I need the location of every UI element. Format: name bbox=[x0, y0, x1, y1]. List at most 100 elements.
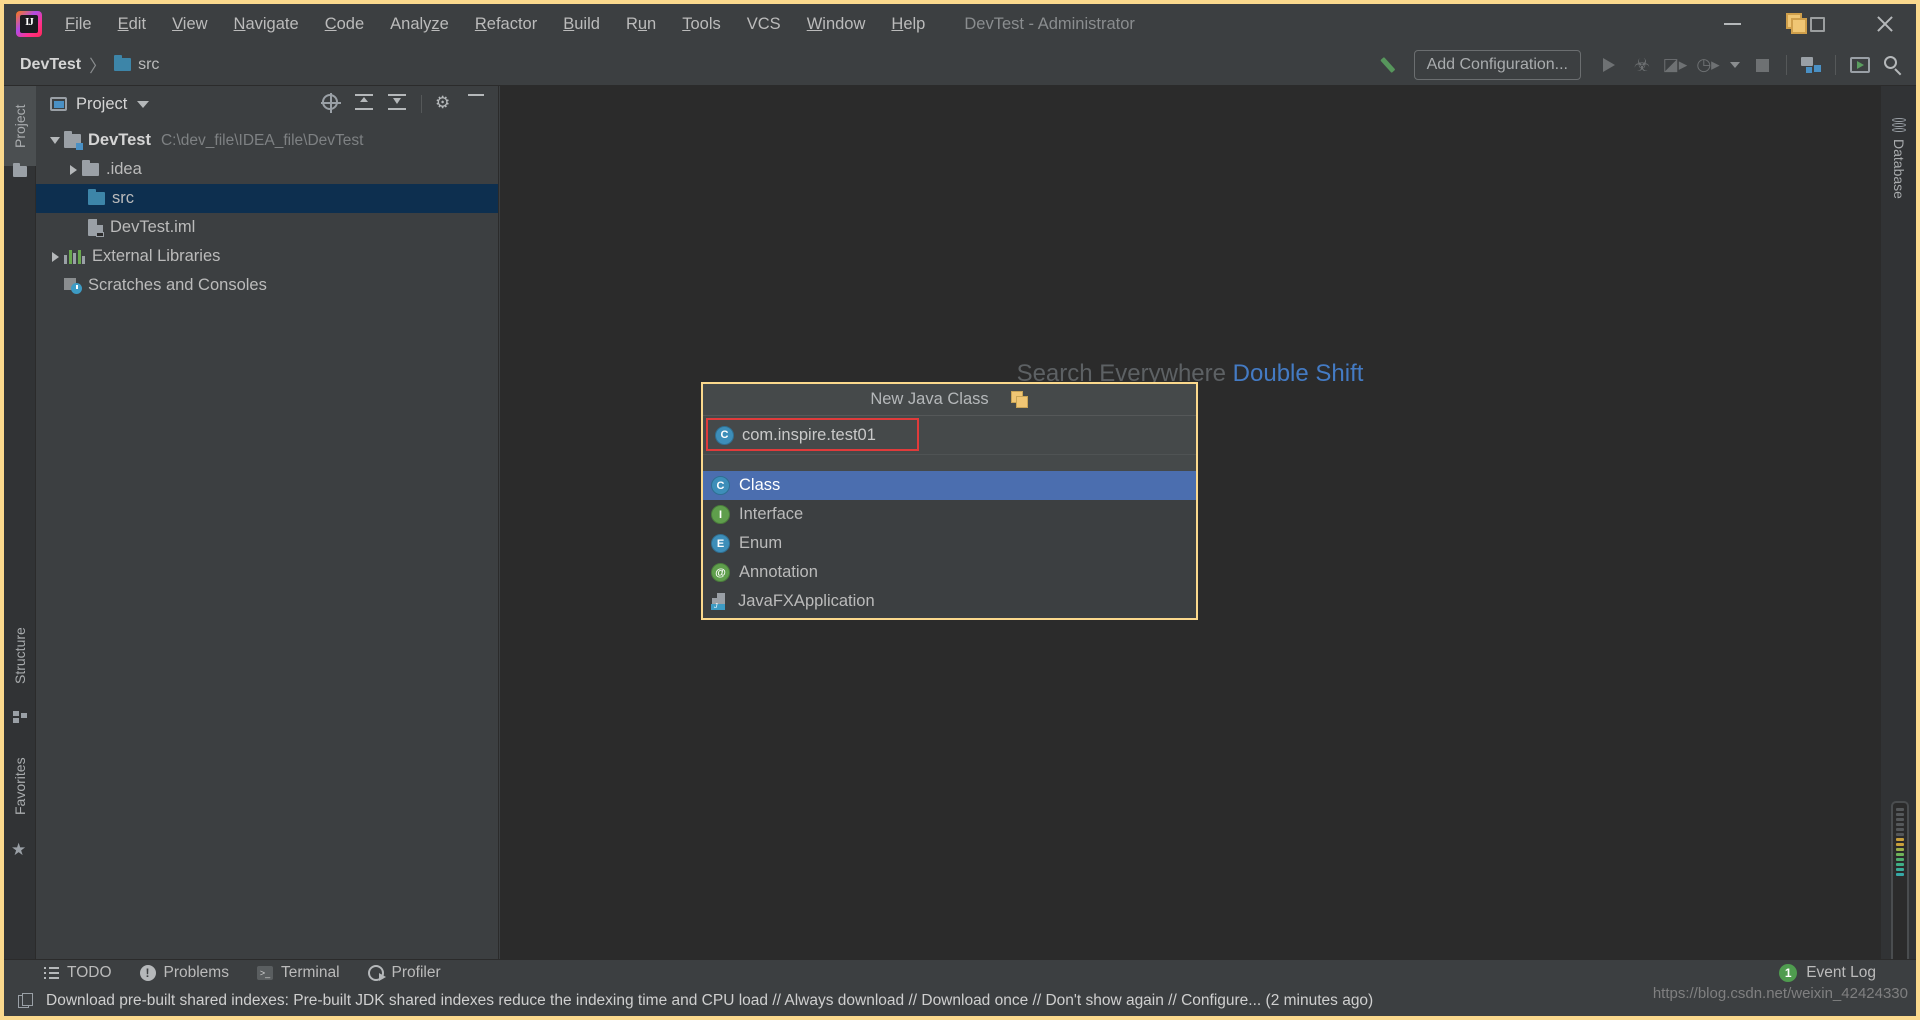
sidebar-item-structure[interactable]: Structure bbox=[4, 606, 36, 706]
tree-row[interactable]: Scratches and Consoles bbox=[36, 271, 498, 300]
sidebar-item-favorites[interactable]: Favorites bbox=[4, 736, 36, 836]
tree-row[interactable]: DevTest.iml bbox=[36, 213, 498, 242]
hide-panel-button[interactable] bbox=[468, 94, 488, 114]
menu-item-refactor[interactable]: Refactor bbox=[462, 10, 550, 39]
search-everywhere-button[interactable] bbox=[1878, 50, 1908, 80]
minimize-button[interactable] bbox=[1706, 4, 1758, 44]
close-button[interactable] bbox=[1854, 4, 1916, 44]
dialog-header: New Java Class bbox=[703, 384, 1196, 416]
breadcrumb-separator: 〉 bbox=[89, 57, 107, 76]
notification-icon[interactable] bbox=[18, 993, 34, 1009]
menu-item-window[interactable]: Window bbox=[794, 10, 879, 39]
list-item-label: Enum bbox=[739, 534, 783, 552]
event-log-button[interactable]: 1 Event Log bbox=[1779, 964, 1876, 982]
chevron-down-icon[interactable] bbox=[46, 137, 64, 144]
menu-item-edit[interactable]: Edit bbox=[105, 10, 159, 39]
expand-all-icon bbox=[355, 94, 373, 110]
bottom-item-problems-label: Problems bbox=[163, 964, 229, 981]
bottom-item-todo[interactable]: TODO bbox=[44, 964, 112, 982]
toolbar-actions: Add Configuration... ☣ ◪▸ ◷▸ bbox=[1377, 44, 1908, 86]
project-structure-button[interactable] bbox=[1796, 50, 1826, 80]
menu-item-help[interactable]: Help bbox=[878, 10, 938, 39]
menu-item-analyze[interactable]: Analyze bbox=[377, 10, 462, 39]
interface-icon: I bbox=[711, 505, 730, 524]
left-tool-stripe: Project Structure Favorites ★ bbox=[4, 86, 36, 959]
menu-item-build[interactable]: Build bbox=[550, 10, 613, 39]
menu-items: File Edit View Navigate Code Analyze Refactor B… bbox=[52, 10, 938, 39]
stop-icon bbox=[1755, 58, 1769, 72]
gear-icon: ⚙ bbox=[435, 93, 451, 112]
list-item-interface[interactable]: I Interface bbox=[703, 500, 1196, 529]
tree-row[interactable]: External Libraries bbox=[36, 242, 498, 271]
bottom-item-problems[interactable]: ! Problems bbox=[139, 964, 229, 982]
build-button[interactable] bbox=[1377, 50, 1407, 80]
annotation-icon: @ bbox=[711, 563, 730, 582]
watermark-shortcut: Double Shift bbox=[1232, 360, 1364, 387]
sidebar-item-project-label: Project bbox=[12, 104, 28, 148]
select-opened-file-button[interactable] bbox=[321, 93, 342, 114]
class-icon: C bbox=[711, 476, 730, 495]
menu-item-navigate[interactable]: Navigate bbox=[221, 10, 312, 39]
collapse-all-button[interactable] bbox=[388, 94, 408, 114]
breadcrumb-project[interactable]: DevTest bbox=[20, 56, 81, 74]
tree-row[interactable]: .idea bbox=[36, 155, 498, 184]
tree-node-label: External Libraries bbox=[92, 247, 221, 265]
class-name-input-row[interactable]: C com.inspire.test01 bbox=[703, 416, 1196, 454]
add-configuration-button[interactable]: Add Configuration... bbox=[1413, 50, 1581, 80]
menu-item-file[interactable]: File bbox=[52, 10, 105, 39]
sidebar-item-database-label: Database bbox=[1891, 139, 1907, 199]
breadcrumb: DevTest 〉 src bbox=[4, 52, 159, 77]
list-item-enum[interactable]: E Enum bbox=[703, 529, 1196, 558]
menu-item-code[interactable]: Code bbox=[312, 10, 377, 39]
breadcrumb-current[interactable]: src bbox=[138, 56, 159, 74]
profile-dropdown[interactable] bbox=[1726, 50, 1744, 80]
copy-icon[interactable] bbox=[1010, 390, 1029, 409]
status-message[interactable]: Download pre-built shared indexes: Pre-b… bbox=[46, 992, 1373, 1010]
list-item-label: Annotation bbox=[739, 563, 818, 581]
tree-row[interactable]: DevTest C:\dev_file\IDEA_file\DevTest bbox=[36, 126, 498, 155]
sidebar-item-structure-label: Structure bbox=[12, 627, 28, 685]
menu-item-view[interactable]: View bbox=[159, 10, 220, 39]
structure-icon bbox=[13, 711, 27, 723]
tree-row[interactable]: src bbox=[36, 184, 498, 213]
sidebar-item-project[interactable]: Project bbox=[4, 86, 36, 166]
scratches-icon bbox=[64, 278, 82, 294]
bottom-item-profiler[interactable]: Profiler bbox=[367, 964, 441, 982]
project-tree: DevTest C:\dev_file\IDEA_file\DevTest .i… bbox=[36, 122, 498, 300]
restore-button[interactable] bbox=[1758, 4, 1854, 44]
class-name-input-highlight bbox=[706, 418, 919, 451]
profile-button[interactable]: ◷▸ bbox=[1693, 50, 1723, 80]
star-icon: ★ bbox=[11, 840, 27, 859]
settings-button[interactable]: ⚙ bbox=[435, 94, 455, 114]
menu-item-run[interactable]: Run bbox=[613, 10, 669, 39]
menu-item-tools[interactable]: Tools bbox=[669, 10, 734, 39]
updates-button[interactable] bbox=[1845, 50, 1875, 80]
list-item-class[interactable]: C Class bbox=[703, 471, 1196, 500]
panel-divider bbox=[421, 95, 422, 113]
minus-icon bbox=[468, 94, 484, 96]
list-item-javafx-application[interactable]: J JavaFXApplication bbox=[703, 587, 1196, 616]
folder-icon bbox=[114, 55, 132, 71]
menu-item-vcs[interactable]: VCS bbox=[734, 10, 794, 39]
bottom-item-terminal-label: Terminal bbox=[280, 964, 340, 981]
bottom-item-terminal[interactable]: >_ Terminal bbox=[256, 964, 340, 982]
chevron-right-icon[interactable] bbox=[64, 164, 82, 175]
menu-bar: IJ File Edit View Navigate Code Analyze Refact… bbox=[4, 4, 1916, 44]
run-with-coverage-button[interactable]: ◪▸ bbox=[1660, 50, 1690, 80]
bottom-item-profiler-label: Profiler bbox=[391, 964, 441, 981]
list-item-label: JavaFXApplication bbox=[738, 592, 875, 610]
expand-all-button[interactable] bbox=[355, 94, 375, 114]
search-icon bbox=[1883, 55, 1903, 76]
project-structure-icon bbox=[1801, 57, 1821, 73]
list-item-annotation[interactable]: @ Annotation bbox=[703, 558, 1196, 587]
chevron-right-icon[interactable] bbox=[46, 251, 64, 262]
close-icon bbox=[1875, 14, 1895, 34]
tree-node-label: Scratches and Consoles bbox=[88, 276, 267, 294]
sidebar-item-database[interactable]: Database bbox=[1881, 108, 1916, 209]
run-button[interactable] bbox=[1594, 50, 1624, 80]
chevron-down-icon[interactable] bbox=[137, 100, 150, 108]
event-log-label: Event Log bbox=[1806, 964, 1876, 981]
error-stripe-minimap[interactable] bbox=[1891, 801, 1909, 966]
stop-button[interactable] bbox=[1747, 50, 1777, 80]
debug-button[interactable]: ☣ bbox=[1627, 50, 1657, 80]
